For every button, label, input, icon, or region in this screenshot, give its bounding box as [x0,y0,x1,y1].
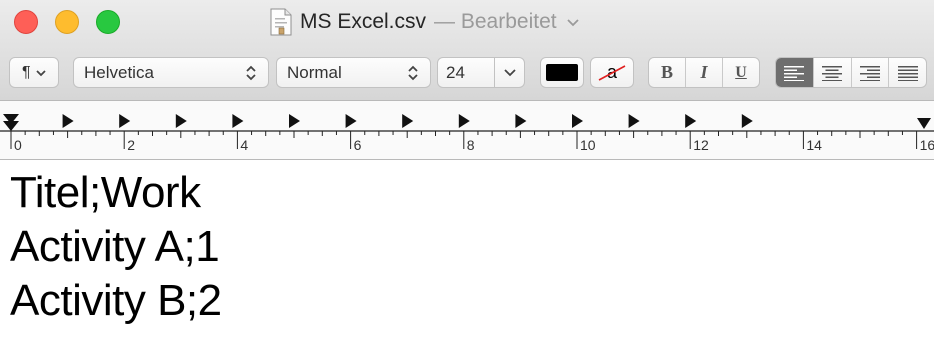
ruler-label: 16 [920,137,934,153]
align-center-icon [822,65,843,81]
tab-stop-marker [628,114,640,128]
tab-stop-marker [62,114,74,128]
tab-stop-marker [175,114,187,128]
document-text-area[interactable]: Titel;Work Activity A;1 Activity B;2 [10,166,934,344]
title-toolbar-area: MS Excel.csv — Bearbeitet ¶ Helvetica No… [0,0,934,101]
textedit-window: MS Excel.csv — Bearbeitet ¶ Helvetica No… [0,0,934,344]
ruler-label: 10 [580,137,596,153]
tab-stop-marker [402,114,414,128]
bold-label: B [660,62,673,82]
underline-label: U [735,63,747,81]
align-center-button[interactable] [814,58,852,87]
align-right-icon [859,65,880,81]
text-style-group: B I U [648,57,760,88]
close-button[interactable] [14,10,38,34]
ruler-label: 2 [127,137,135,153]
font-size-combo[interactable]: 24 [437,57,525,88]
ruler-label: 0 [14,137,22,153]
chevron-down-icon[interactable] [565,14,581,30]
tab-stop-marker [741,114,753,128]
tab-stop-marker [289,114,300,128]
document-line: Activity B;2 [10,276,222,325]
ruler[interactable]: 0 2 4 6 8 10 12 14 16 [0,101,934,160]
text-color-well[interactable] [540,57,584,88]
alignment-group [775,57,927,88]
italic-label: I [700,62,708,82]
ruler-label: 8 [467,137,475,153]
ruler-label: 6 [354,137,362,153]
tab-stop-marker [345,114,357,128]
tab-stop-marker [119,114,131,128]
font-size-input[interactable]: 24 [438,58,495,87]
paragraph-styles-button[interactable]: ¶ [9,57,59,88]
ruler-scale: 0 2 4 6 8 10 12 14 16 [0,114,934,153]
chevron-down-icon[interactable] [495,68,524,78]
background-color-well[interactable]: a [590,57,634,88]
tab-stop-marker [515,114,527,128]
tab-stop-marker [232,114,244,128]
ruler-label: 4 [240,137,248,153]
align-left-icon [784,65,805,81]
font-style-value: Normal [287,62,342,82]
left-indent-marker [3,121,19,131]
document-icon [270,8,292,36]
font-family-select[interactable]: Helvetica [73,57,269,88]
tab-stop-marker [572,114,583,128]
font-style-select[interactable]: Normal [276,57,431,88]
justify-icon [897,65,918,81]
up-down-chevron-icon [404,61,422,85]
align-right-button[interactable] [852,58,890,87]
no-background-color-icon: a [597,62,627,83]
edited-status: — Bearbeitet [434,10,557,33]
document-line: Titel;Work [10,168,201,217]
paragraph-icon: ¶ [22,63,31,81]
text-color-swatch [546,64,578,81]
ruler-label: 14 [806,137,822,153]
font-family-value: Helvetica [84,62,154,82]
align-left-button[interactable] [776,58,814,87]
right-indent-marker [917,118,931,129]
tab-stop-marker [458,114,470,128]
minimize-button[interactable] [55,10,79,34]
bold-button[interactable]: B [649,58,686,87]
chevron-down-icon [35,68,47,78]
italic-button[interactable]: I [686,58,723,87]
window-title: MS Excel.csv [300,10,427,33]
document-line: Activity A;1 [10,222,220,271]
window-title-bar[interactable]: MS Excel.csv — Bearbeitet [270,6,581,38]
ruler-label: 12 [693,137,709,153]
up-down-chevron-icon [242,61,260,85]
underline-button[interactable]: U [723,58,759,87]
zoom-button[interactable] [96,10,120,34]
tab-stop-marker [685,114,697,128]
justify-button[interactable] [889,58,926,87]
